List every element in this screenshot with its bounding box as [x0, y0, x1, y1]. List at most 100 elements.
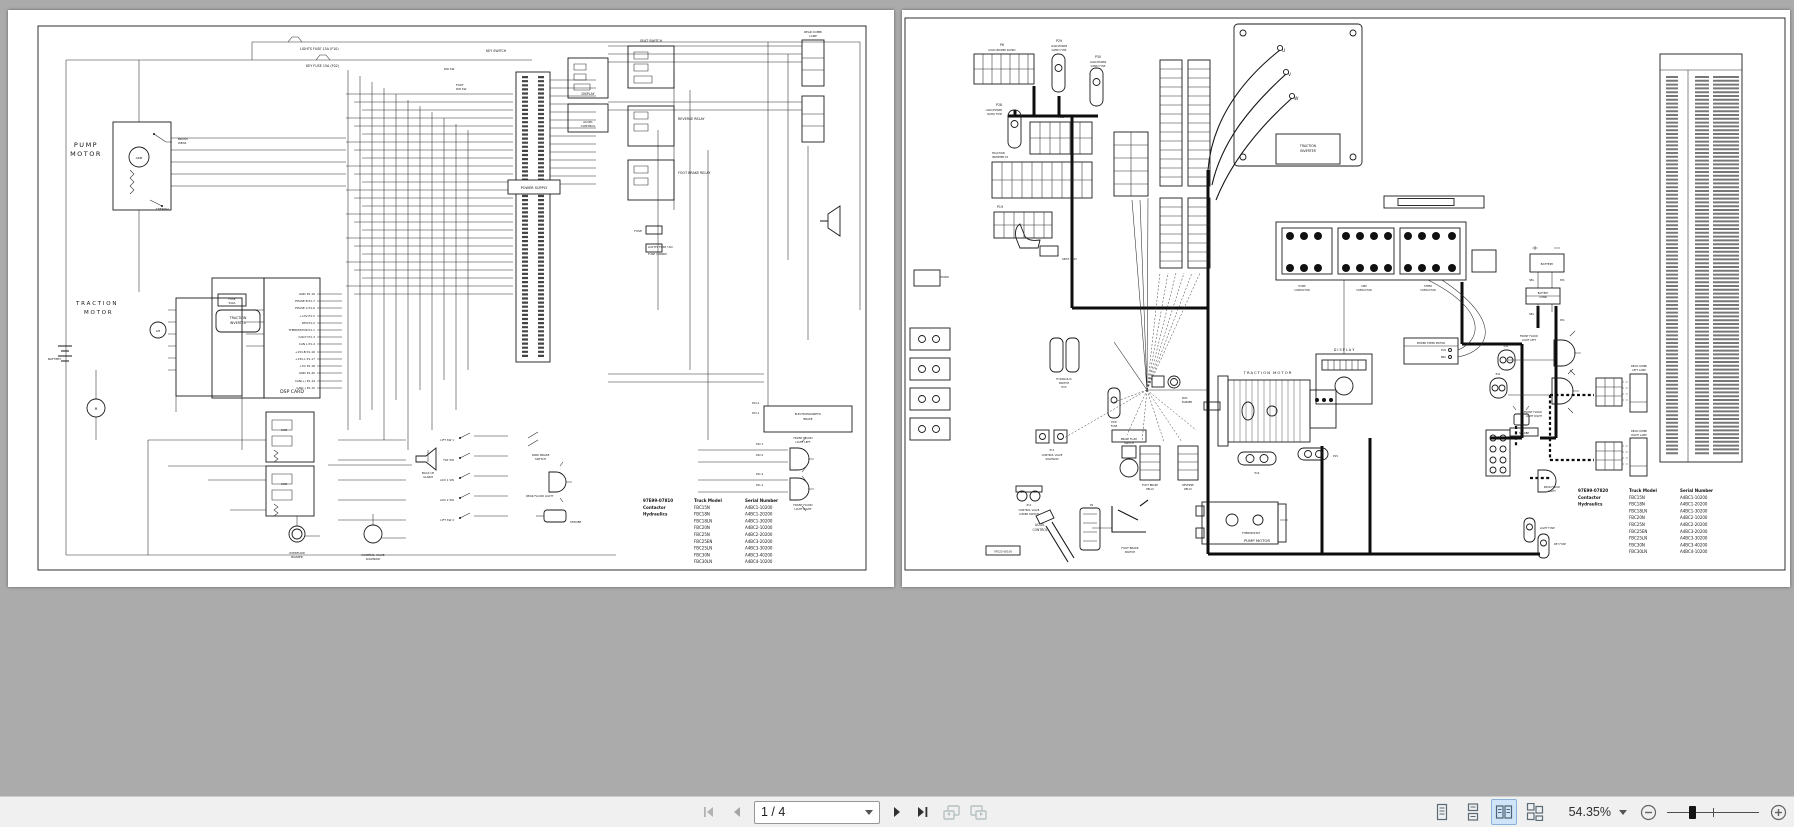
diagram-label: LIGHTS FUSE 15A (F10) [300, 47, 339, 51]
diagram-label: P42-1 [756, 442, 764, 446]
diagram-label: RELAY [1146, 487, 1154, 491]
diagram-label: COM [281, 482, 288, 486]
diagram-label: BRAKE [804, 417, 813, 421]
diagram-label: M [95, 407, 98, 411]
traction-controller-panel [1233, 23, 1363, 167]
diagram-label: FBC18N [694, 512, 710, 517]
diagram-label: SUPPLY FUSE [1091, 65, 1106, 68]
diagram-label: FBC20N [1629, 515, 1645, 520]
diagram-label: Hydraulics [643, 512, 668, 517]
diagram-label: KEY FUSE 15A (F02) [306, 64, 339, 68]
diagram-label: A4BC3-30200 [745, 546, 773, 551]
diagram-label: NEG [1441, 356, 1446, 359]
diagram-label: COM [281, 428, 288, 432]
previous-page-button[interactable] [727, 800, 747, 824]
zoom-level-value[interactable]: 54.35% [1563, 805, 1611, 819]
power-supply-connector-strip [507, 71, 561, 363]
view-and-zoom-group: 54.35% [1429, 797, 1788, 827]
diagram-label: GND P1-19 [299, 292, 315, 296]
battery-and-lamps [1485, 246, 1648, 559]
diagram-label: PUMP MOTOR [1244, 538, 1270, 543]
continuous-scroll-button[interactable] [1460, 799, 1486, 825]
zoom-in-icon [1770, 804, 1786, 820]
diagram-label: P29 [1056, 39, 1062, 43]
zoom-dropdown-icon[interactable] [1619, 809, 1627, 815]
diagram-label: Hydraulics [1578, 502, 1603, 507]
diagram-label: SUPPLY FUSE [1052, 49, 1067, 52]
diagram-label: BATTERY [1541, 262, 1554, 266]
diagram-label: LIGHT LEFT [1522, 338, 1537, 342]
zoom-out-button[interactable] [1638, 800, 1658, 824]
two-page-view-button[interactable] [1491, 799, 1517, 825]
last-page-icon [918, 807, 928, 817]
next-page-button[interactable] [887, 800, 907, 824]
diagram-label: +5V P1-18 [300, 364, 316, 368]
diagram-label: FUSE [634, 229, 642, 233]
diagram-label: FBC30N [694, 552, 710, 557]
two-page-view-icon [1495, 805, 1513, 819]
diagram-label: Truck Model [1629, 488, 1657, 493]
page-number-combobox[interactable]: 1 / 4 [754, 800, 880, 824]
diagram-label: LIGHT LEFT [795, 440, 811, 444]
zoom-slider[interactable] [1667, 804, 1759, 820]
diagram-label: REAR FLOOD [1544, 485, 1560, 489]
pdf-page-1: PUMP MOTOR BRUSH WEAR THERMAL ARM T R A C T I … [8, 10, 894, 587]
diagram-label: TRACTION MOTOR [1243, 370, 1293, 375]
diagram-label: THERMAL [155, 207, 170, 211]
lift-switch-glyphs [459, 432, 471, 519]
diagram-label: FRONT FLOOD [1524, 410, 1542, 414]
zoom-slider-knob[interactable] [1689, 806, 1696, 819]
diagram-label: A4BC4-10200 [745, 559, 773, 564]
two-page-scrolling-button[interactable] [1522, 799, 1548, 825]
diagram-label: D I S P L A Y [1334, 348, 1355, 352]
contactor-assembly [1275, 221, 1497, 281]
diagram-label: INVERTER [1300, 149, 1316, 153]
rear-combi-lamp-block [801, 39, 841, 237]
diagram-label: PHASE A P1-6 [295, 306, 315, 310]
diagram-label: LOGIC/POWER [1090, 61, 1107, 64]
left-page-part-table: 97E99-07810 Contactor Hydraulics Truck Mode… [643, 498, 778, 564]
diagram-label: POD [1182, 396, 1187, 400]
zoom-out-icon [1640, 804, 1656, 820]
diagram-label: W [1294, 96, 1299, 102]
diagram-label: REVERSE RELAY [678, 117, 706, 121]
single-page-view-button[interactable] [1429, 799, 1455, 825]
diagram-label: CONTROL [581, 124, 596, 128]
diagram-label: FBC25N [694, 532, 710, 537]
diagram-label: LOGIC/POWER [1051, 45, 1068, 48]
first-page-button[interactable] [700, 800, 720, 824]
diagram-label: Contactor [643, 505, 666, 510]
diagram-label: LIGHT FUSE [1540, 526, 1555, 530]
diagram-label: CONTROL VALVE [1042, 453, 1063, 457]
next-view-button[interactable] [968, 800, 988, 824]
zoom-in-button[interactable] [1768, 800, 1788, 824]
diagram-label: RIGHT LAMP [1631, 433, 1647, 437]
diagram-label: LIGHTS FUSE (3A) [648, 245, 673, 249]
diagram-label: STEER [1424, 284, 1432, 288]
diagram-label: CONTROL VALVE [1019, 508, 1040, 512]
diagram-label: KEY FUSE [1554, 542, 1566, 546]
diagram-label: FUSE [1111, 424, 1118, 428]
wiring-harness-diagram: P6LOGIC/POWER SUPPLYP29LOGIC/POWERSUPPLY… [904, 17, 1786, 571]
diagram-label: REAR COMBI [1631, 429, 1647, 433]
diagram-label: LOGIC/POWER SUPPLY [988, 48, 1016, 52]
document-canvas[interactable]: PUMP MOTOR BRUSH WEAR THERMAL ARM T R A C T I … [0, 0, 1794, 796]
harness-loom-lines [1008, 86, 1594, 556]
accel-control-assembly [985, 507, 1101, 563]
diagram-label: SWITCH [1124, 441, 1134, 445]
diagram-label: THERMOSTAT [1241, 531, 1260, 535]
diagram-label: P11 [1050, 448, 1055, 452]
diagram-label: A4BC1-30200 [745, 518, 773, 523]
diagram-label: ARM [136, 156, 143, 160]
diagram-label: P15 [1333, 454, 1338, 458]
diagram-label: FOOT BRAKE RELAY [678, 171, 711, 175]
diagram-label: FBC15N [1629, 495, 1645, 500]
last-page-button[interactable] [914, 800, 934, 824]
diagram-label: CAN(+) P1-14 [295, 379, 315, 383]
diagram-label: A4BC1-30200 [1680, 508, 1708, 513]
previous-view-button[interactable] [941, 800, 961, 824]
zoom-slider-center-tick [1713, 808, 1715, 817]
diagram-label: TRACTION [229, 316, 247, 320]
diagram-label: LIFT SW 2 [440, 518, 454, 522]
diagram-label: V [1288, 72, 1292, 78]
